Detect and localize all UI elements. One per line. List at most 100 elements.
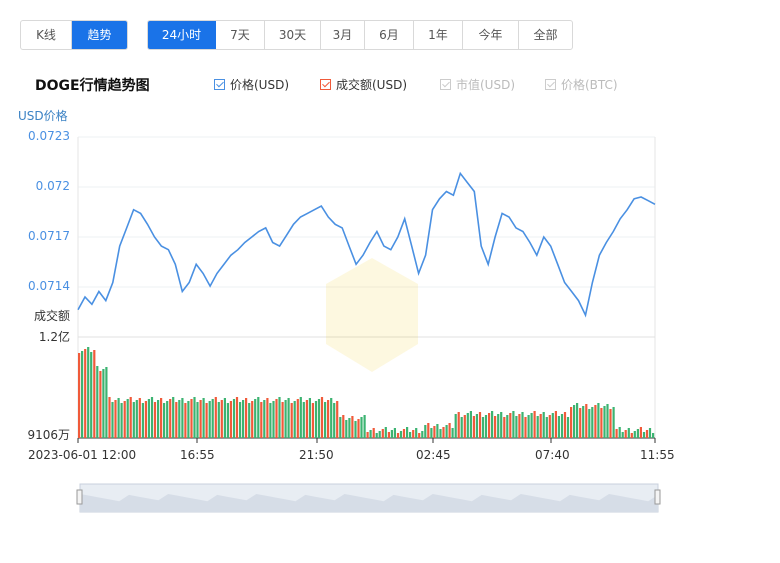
- volume-bar: [418, 433, 421, 438]
- volume-bar: [157, 400, 160, 438]
- volume-bar: [314, 401, 318, 438]
- volume-bar: [491, 411, 494, 438]
- volume-bar: [512, 411, 515, 438]
- volume-bar: [515, 416, 518, 438]
- volume-bar: [402, 429, 406, 438]
- volume-bar: [639, 427, 642, 438]
- volume-bar: [147, 399, 150, 438]
- volume-bar: [150, 397, 154, 438]
- volume-bar: [415, 428, 418, 438]
- volume-bar: [469, 411, 472, 438]
- volume-bar: [390, 430, 393, 438]
- volume-bar: [606, 404, 609, 438]
- volume-bar: [563, 412, 567, 438]
- volume-bar: [296, 399, 299, 438]
- volume-bar: [475, 414, 478, 438]
- volume-bar: [594, 405, 597, 438]
- volume-bar: [500, 412, 503, 438]
- volume-bar: [181, 398, 184, 438]
- volume-bar: [648, 428, 652, 438]
- volume-bar: [624, 430, 627, 438]
- volume-bar: [108, 397, 111, 438]
- volume-bar: [576, 403, 579, 438]
- volume-bar: [494, 416, 497, 438]
- volume-bar: [387, 432, 390, 438]
- volume-bar: [642, 432, 646, 438]
- volume-bar: [120, 403, 123, 438]
- volume-bar: [229, 401, 232, 438]
- volume-bar: [582, 406, 585, 438]
- volume-bar: [433, 426, 436, 438]
- volume-bar: [290, 403, 293, 438]
- volume-bar: [99, 371, 102, 438]
- volume-bar: [488, 413, 491, 438]
- volume-bar: [506, 415, 509, 438]
- volume-bar: [354, 421, 357, 438]
- volume-bar: [618, 427, 621, 438]
- volume-bar: [472, 416, 475, 438]
- volume-bar: [566, 417, 570, 438]
- volume-bar: [530, 413, 533, 438]
- watermark-hexagon: [326, 258, 418, 372]
- volume-bar: [463, 415, 466, 438]
- volume-bar: [366, 432, 369, 438]
- volume-bar: [93, 350, 96, 438]
- volume-bar: [214, 397, 217, 438]
- volume-bar: [324, 402, 327, 438]
- volume-bar: [266, 398, 269, 438]
- volume-bar: [466, 413, 469, 438]
- volume-bar: [406, 427, 409, 438]
- volume-bar: [393, 428, 396, 438]
- volume-bar: [160, 398, 163, 438]
- volume-bar: [524, 417, 527, 438]
- volume-bar: [409, 432, 412, 438]
- volume-bar: [87, 347, 90, 438]
- volume-bar: [345, 420, 348, 438]
- volume-bar: [579, 408, 582, 438]
- volume-bar: [327, 400, 330, 438]
- volume-bar: [205, 403, 208, 438]
- volume-bar: [96, 366, 99, 438]
- volume-bar: [284, 400, 287, 438]
- volume-bar: [263, 400, 266, 438]
- volume-bar: [588, 409, 591, 438]
- volume-bar: [102, 369, 105, 438]
- volume-bar: [199, 400, 202, 438]
- volume-bar: [591, 407, 594, 438]
- volume-bar: [557, 416, 560, 438]
- volume-bar: [484, 415, 488, 438]
- volume-bar: [336, 401, 339, 438]
- volume-bar: [78, 353, 81, 438]
- volume-bar: [254, 399, 257, 438]
- volume-bar: [539, 414, 542, 438]
- volume-bar: [235, 397, 239, 438]
- volume-bar: [603, 406, 606, 438]
- volume-bar: [144, 401, 147, 438]
- volume-bar: [521, 412, 524, 438]
- volume-bar: [542, 412, 545, 438]
- volume-bar: [178, 400, 181, 438]
- volume-bar: [138, 398, 141, 438]
- volume-bar: [339, 417, 342, 438]
- volume-bar: [153, 402, 157, 438]
- volume-bar: [609, 409, 612, 438]
- volume-bar: [560, 414, 564, 438]
- volume-bar: [396, 433, 400, 438]
- volume-bar: [260, 402, 263, 438]
- volume-bar: [342, 415, 345, 438]
- volume-bar: [281, 402, 284, 438]
- volume-bar: [457, 412, 460, 438]
- volume-bar: [308, 398, 311, 438]
- volume-bar: [217, 402, 220, 438]
- volume-bar: [454, 414, 457, 438]
- navigator-handle-left: [76, 489, 83, 505]
- volume-bar: [169, 399, 172, 438]
- volume-bar: [652, 433, 655, 438]
- volume-bar: [239, 402, 242, 438]
- volume-bar: [442, 427, 445, 438]
- volume-bar: [193, 397, 196, 438]
- volume-bar: [436, 424, 439, 438]
- volume-bar: [81, 351, 84, 438]
- volume-bar: [208, 401, 211, 438]
- volume-bar: [172, 397, 175, 438]
